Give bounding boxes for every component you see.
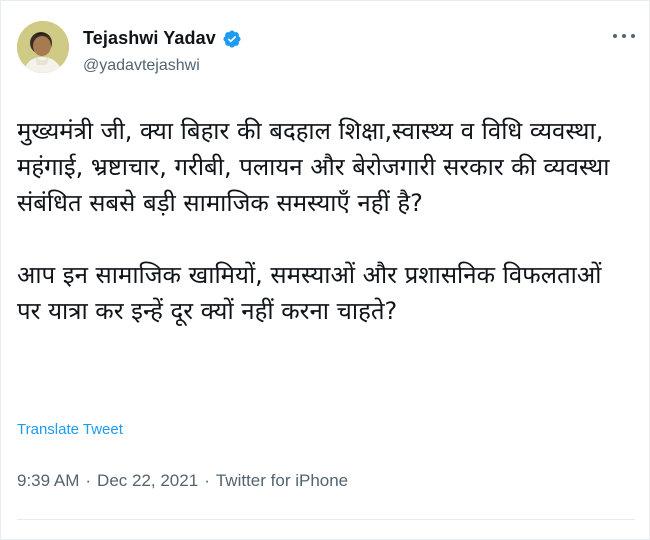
tweet-metadata: 9:39 AM · Dec 22, 2021 · Twitter for iPh… xyxy=(17,471,348,491)
meta-separator: · xyxy=(85,471,92,490)
tweet-paragraph-1: मुख्यमंत्री जी, क्या बिहार की बदहाल शिक्… xyxy=(17,117,618,217)
divider xyxy=(17,519,635,520)
meta-separator: · xyxy=(204,471,210,490)
avatar-image xyxy=(17,21,69,73)
avatar[interactable] xyxy=(17,21,69,73)
tweet-card: Tejashwi Yadav @yadavtejashwi मुख्यमंत्र… xyxy=(0,0,650,540)
translate-tweet-link[interactable]: Translate Tweet xyxy=(17,421,123,438)
author-handle[interactable]: @yadavtejashwi xyxy=(83,57,200,75)
tweet-text: मुख्यमंत्री जी, क्या बिहार की बदहाल शिक्… xyxy=(17,113,617,329)
tweet-paragraph-2: आप इन सामाजिक खामियों, समस्याओं और प्रशा… xyxy=(17,261,610,325)
verified-badge-icon xyxy=(222,29,242,49)
author-name-row: Tejashwi Yadav xyxy=(83,28,242,49)
more-options-icon[interactable] xyxy=(613,31,635,41)
tweet-time[interactable]: 9:39 AM xyxy=(17,471,79,491)
author-display-name[interactable]: Tejashwi Yadav xyxy=(83,28,216,49)
tweet-date[interactable]: Dec 22, 2021 xyxy=(97,471,198,491)
tweet-source[interactable]: Twitter for iPhone xyxy=(216,471,348,491)
